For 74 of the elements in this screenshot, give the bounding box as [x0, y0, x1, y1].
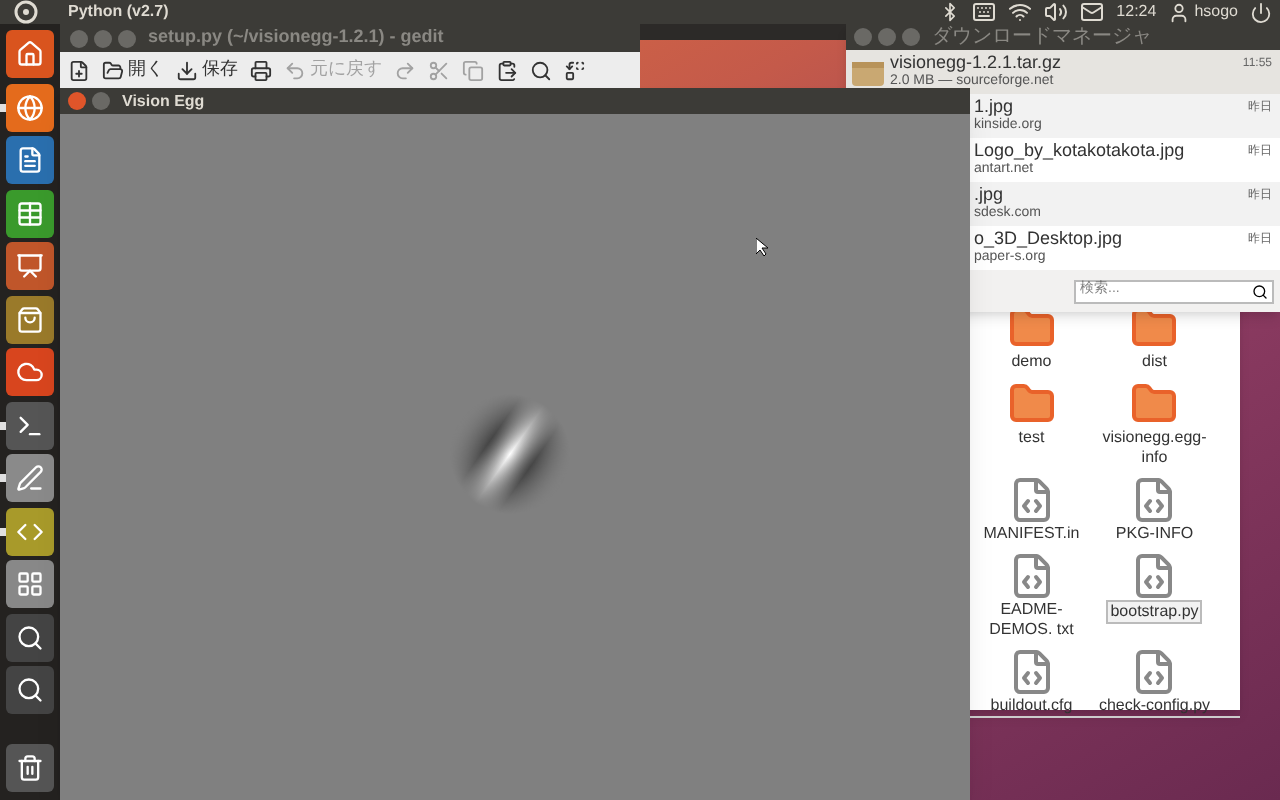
file-name[interactable]: demo: [1009, 352, 1054, 372]
toolbar-button[interactable]: [530, 59, 552, 81]
cloud-icon: [16, 358, 44, 386]
close-button[interactable]: [68, 92, 86, 110]
search-icon: [1252, 283, 1268, 299]
bluetooth-icon[interactable]: [940, 2, 961, 22]
package-icon: [852, 58, 884, 86]
grid-icon: [16, 570, 44, 598]
file-name[interactable]: dist: [1140, 352, 1169, 372]
launcher-button[interactable]: [6, 189, 54, 237]
keyboard-icon[interactable]: [972, 0, 997, 24]
launcher-button[interactable]: [6, 744, 54, 792]
folder-icon[interactable]: [1007, 380, 1056, 428]
volume-icon[interactable]: [1044, 0, 1069, 24]
spreadsheet-icon: [16, 199, 44, 227]
pencil-icon: [16, 464, 44, 492]
save-icon: [176, 59, 198, 81]
file-name[interactable]: bootstrap.py: [1106, 600, 1203, 624]
replace-icon: [564, 59, 586, 81]
folder-icon[interactable]: [1130, 380, 1179, 428]
file-name[interactable]: check-config.py: [1096, 696, 1213, 716]
copy-icon: [462, 59, 484, 81]
power-icon[interactable]: [1250, 1, 1272, 23]
launcher-button[interactable]: [6, 666, 54, 714]
app-title: Python (v2.7): [68, 0, 169, 24]
toolbar-button[interactable]: [564, 59, 586, 81]
paste-icon: [496, 59, 518, 81]
file-name: o_3D_Desktop.jpg: [974, 228, 1123, 248]
printer-icon: [250, 59, 272, 81]
globe-icon: [16, 93, 44, 121]
user-name[interactable]: hsogo: [1194, 0, 1238, 24]
bag-icon: [16, 305, 44, 333]
toolbar-button[interactable]: 保存: [176, 56, 238, 84]
launcher-button[interactable]: [6, 295, 54, 343]
window-title: setup.py (~/visionegg-1.2.1) - gedit: [148, 24, 444, 51]
launcher-button[interactable]: [6, 613, 54, 661]
file-name[interactable]: test: [1016, 428, 1047, 448]
file-name[interactable]: visionegg.egg-info: [1093, 428, 1216, 468]
clock[interactable]: 12:24: [1116, 0, 1157, 24]
toolbar-button[interactable]: [68, 59, 90, 81]
launcher-button[interactable]: [6, 83, 54, 131]
document-icon: [16, 146, 44, 174]
house-icon: [16, 40, 44, 68]
search-icon: [16, 623, 44, 651]
new-file-icon: [68, 59, 90, 81]
scissors-icon: [428, 59, 450, 81]
toolbar-button[interactable]: [250, 59, 272, 81]
launcher-button[interactable]: [6, 507, 54, 555]
file-name: visionegg-1.2.1.tar.gz: [890, 52, 1062, 72]
file-name: 1.jpg: [974, 96, 1016, 116]
window-title: Vision Egg: [122, 89, 205, 113]
file-name: .jpg: [974, 184, 1006, 204]
toolbar-button[interactable]: 開く: [102, 56, 164, 84]
launcher-button[interactable]: [6, 136, 54, 184]
terminal-icon: [16, 411, 44, 439]
window-title: ダウンロードマネージャ: [932, 24, 1152, 52]
toolbar-button[interactable]: [496, 59, 518, 81]
search-icon: [530, 59, 552, 81]
presentation-icon: [16, 252, 44, 280]
file-name[interactable]: buildout.cfg: [988, 696, 1075, 716]
mail-icon[interactable]: [1080, 0, 1105, 24]
ubuntu-logo-icon: [14, 0, 38, 24]
launcher-button[interactable]: [6, 401, 54, 449]
trash-icon: [16, 754, 44, 782]
file-name[interactable]: MANIFEST.in: [981, 524, 1082, 544]
search-icon: [16, 676, 44, 704]
redo-icon: [394, 59, 416, 81]
file-name[interactable]: PKG-INFO: [1113, 524, 1196, 544]
file-name: Logo_by_kotakotakota.jpg: [974, 140, 1185, 160]
undo-icon: [284, 59, 306, 81]
mouse-pointer-icon: [756, 238, 768, 256]
user-icon[interactable]: [1168, 1, 1191, 23]
folder-icon: [102, 59, 124, 81]
file-name[interactable]: EADME-DEMOS. txt: [970, 600, 1093, 640]
